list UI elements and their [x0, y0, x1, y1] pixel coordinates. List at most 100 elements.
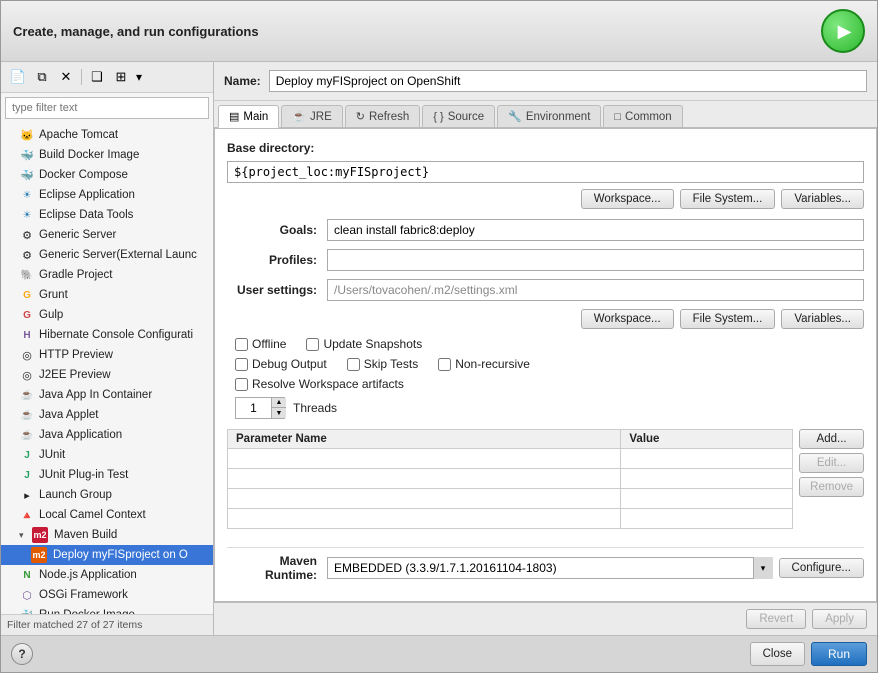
skip-tests-label: Skip Tests — [364, 357, 418, 371]
tree-item-osgi[interactable]: ⬡ OSGi Framework — [1, 585, 213, 605]
tree-item-j2ee[interactable]: ◎ J2EE Preview — [1, 365, 213, 385]
tree-item-run-docker[interactable]: 🐳 Run Docker Image — [1, 605, 213, 614]
tree-item-label: Build Docker Image — [39, 149, 139, 161]
http-icon: ◎ — [19, 347, 35, 363]
toolbar-separator — [81, 69, 82, 85]
filesystem-btn-1[interactable]: File System... — [680, 189, 776, 209]
tree-item-nodejs[interactable]: N Node.js Application — [1, 565, 213, 585]
spinner-up-btn[interactable]: ▲ — [272, 398, 286, 408]
gulp-icon: G — [19, 307, 35, 323]
nodejs-icon: N — [19, 567, 35, 583]
tree-item-hibernate[interactable]: H Hibernate Console Configurati — [1, 325, 213, 345]
param-table-row-2 — [228, 469, 793, 489]
docker-icon: 🐳 — [19, 147, 35, 163]
revert-button[interactable]: Revert — [746, 609, 806, 629]
tree-item-label: Maven Build — [54, 529, 117, 541]
tree-item-eclipse-app[interactable]: ☀ Eclipse Application — [1, 185, 213, 205]
tree-item-http-preview[interactable]: ◎ HTTP Preview — [1, 345, 213, 365]
goals-input[interactable] — [327, 219, 864, 241]
common-tab-icon: □ — [614, 111, 621, 123]
filter-button2[interactable]: ⊞ — [110, 66, 132, 88]
spinner-down-btn[interactable]: ▼ — [272, 408, 286, 418]
non-recursive-checkbox[interactable] — [438, 358, 451, 371]
local-camel-icon: 🔺 — [19, 507, 35, 523]
expand-btn[interactable]: ▾ — [136, 70, 142, 84]
tab-jre[interactable]: ☕ JRE — [281, 105, 342, 127]
tree-item-deploy-myfis[interactable]: m2 Deploy myFISproject on O — [1, 545, 213, 565]
tree-item-eclipse-data[interactable]: ☀ Eclipse Data Tools — [1, 205, 213, 225]
close-button[interactable]: Close — [750, 642, 805, 666]
dialog-header: Create, manage, and run configurations — [1, 1, 877, 62]
filter-button1[interactable]: ❑ — [86, 66, 108, 88]
spinner-buttons: ▲ ▼ — [271, 398, 286, 418]
debug-output-checkbox[interactable] — [235, 358, 248, 371]
delete-config-button[interactable]: ✕ — [55, 66, 77, 88]
workspace-btn-1[interactable]: Workspace... — [581, 189, 674, 209]
new-config-button[interactable]: 📄 — [7, 66, 29, 88]
tab-env-label: Environment — [526, 111, 591, 123]
tree-item-label: JUnit — [39, 449, 65, 461]
tree-item-local-camel[interactable]: 🔺 Local Camel Context — [1, 505, 213, 525]
tree-item-launch-group[interactable]: ▸ Launch Group — [1, 485, 213, 505]
base-dir-input[interactable] — [227, 161, 864, 183]
run-header-button[interactable] — [821, 9, 865, 53]
copy-config-button[interactable]: ⧉ — [31, 66, 53, 88]
workspace-btn-2[interactable]: Workspace... — [581, 309, 674, 329]
tab-common[interactable]: □ Common — [603, 105, 682, 127]
name-input[interactable] — [269, 70, 867, 92]
tree-item-apache-tomcat[interactable]: 🐱 Apache Tomcat — [1, 125, 213, 145]
tree-item-gradle[interactable]: 🐘 Gradle Project — [1, 265, 213, 285]
profiles-input[interactable] — [327, 249, 864, 271]
tree-item-java-applet[interactable]: ☕ Java Applet — [1, 405, 213, 425]
tab-environment[interactable]: 🔧 Environment — [497, 105, 601, 127]
tree-item-java-app[interactable]: ☕ Java Application — [1, 425, 213, 445]
tree-item-maven-build[interactable]: ▾ m2 Maven Build — [1, 525, 213, 545]
configure-button[interactable]: Configure... — [779, 558, 864, 578]
variables-btn-1[interactable]: Variables... — [781, 189, 864, 209]
threads-spinner: ▲ ▼ — [235, 397, 285, 419]
tab-main[interactable]: ▤ Main — [218, 105, 279, 128]
tree-item-label: Eclipse Application — [39, 189, 135, 201]
tree-item-grunt[interactable]: G Grunt — [1, 285, 213, 305]
tree-item-generic-server-ext[interactable]: ⚙ Generic Server(External Launc — [1, 245, 213, 265]
junit-icon: J — [19, 447, 35, 463]
remove-param-button[interactable]: Remove — [799, 477, 864, 497]
base-dir-label: Base directory: — [227, 141, 864, 155]
java-applet-icon: ☕ — [19, 407, 35, 423]
param-value-header: Value — [621, 430, 793, 449]
user-settings-input[interactable] — [327, 279, 864, 301]
variables-btn-2[interactable]: Variables... — [781, 309, 864, 329]
non-recursive-label: Non-recursive — [455, 357, 530, 371]
resolve-workspace-checkbox[interactable] — [235, 378, 248, 391]
help-button[interactable]: ? — [11, 643, 33, 665]
filesystem-btn-2[interactable]: File System... — [680, 309, 776, 329]
threads-input[interactable] — [236, 398, 271, 418]
run-button[interactable]: Run — [811, 642, 867, 666]
tree-item-junit[interactable]: J JUnit — [1, 445, 213, 465]
tree-item-gulp[interactable]: G Gulp — [1, 305, 213, 325]
apply-button[interactable]: Apply — [812, 609, 867, 629]
maven-runtime-select[interactable]: EMBEDDED (3.3.9/1.7.1.20161104-1803) — [327, 557, 773, 579]
tree-item-junit-plugin[interactable]: J JUnit Plug-in Test — [1, 465, 213, 485]
tree-item-generic-server[interactable]: ⚙ Generic Server — [1, 225, 213, 245]
tree-item-build-docker[interactable]: 🐳 Build Docker Image — [1, 145, 213, 165]
param-table-row-3 — [228, 489, 793, 509]
base-dir-section: Base directory: Workspace... File System… — [227, 141, 864, 209]
tree-item-docker-compose[interactable]: 🐳 Docker Compose — [1, 165, 213, 185]
update-snapshots-checkbox[interactable] — [306, 338, 319, 351]
tree-item-label: Java Application — [39, 429, 122, 441]
offline-checkbox[interactable] — [235, 338, 248, 351]
filter-input[interactable] — [5, 97, 209, 119]
skip-tests-checkbox[interactable] — [347, 358, 360, 371]
gradle-icon: 🐘 — [19, 267, 35, 283]
param-table: Parameter Name Value — [227, 429, 793, 529]
edit-param-button[interactable]: Edit... — [799, 453, 864, 473]
junit-plugin-icon: J — [19, 467, 35, 483]
tab-refresh[interactable]: ↻ Refresh — [345, 105, 421, 127]
add-param-button[interactable]: Add... — [799, 429, 864, 449]
source-tab-icon: { } — [433, 111, 443, 123]
eclipse-data-icon: ☀ — [19, 207, 35, 223]
tab-source[interactable]: { } Source — [422, 105, 495, 127]
tree-item-java-container[interactable]: ☕ Java App In Container — [1, 385, 213, 405]
tree-item-label: Hibernate Console Configurati — [39, 329, 193, 341]
